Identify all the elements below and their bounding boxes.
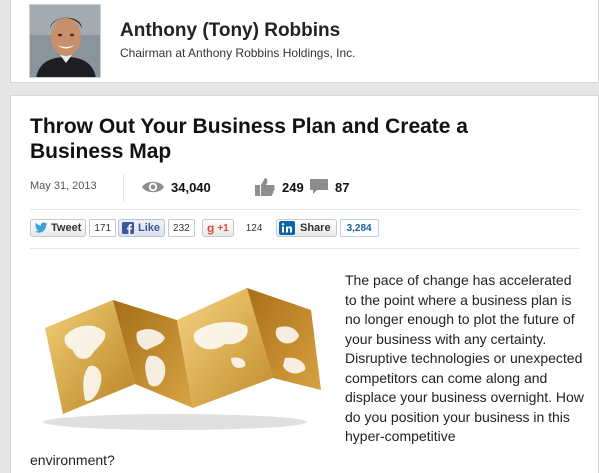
linkedin-share-label: Share bbox=[300, 222, 331, 234]
avatar[interactable] bbox=[29, 4, 101, 78]
linkedin-in-icon bbox=[279, 221, 295, 235]
eye-icon bbox=[142, 181, 164, 193]
divider bbox=[30, 209, 580, 210]
linkedin-share-widget: Share 3,284 bbox=[276, 219, 379, 237]
article-title: Throw Out Your Business Plan and Create … bbox=[30, 115, 468, 163]
article-body: The pace of change has accelerated to th… bbox=[345, 272, 584, 444]
world-map-illustration bbox=[43, 288, 321, 430]
comments-stat[interactable]: 87 bbox=[309, 176, 349, 198]
gplus-button[interactable]: g +1 bbox=[202, 219, 234, 237]
facebook-like-count: 232 bbox=[168, 219, 195, 237]
tweet-label: Tweet bbox=[51, 222, 82, 234]
tweet-count: 171 bbox=[89, 219, 117, 237]
linkedin-share-button[interactable]: Share bbox=[276, 219, 337, 237]
linkedin-share-count: 3,284 bbox=[339, 219, 379, 237]
article-card: Throw Out Your Business Plan and Create … bbox=[10, 95, 599, 473]
facebook-f-icon bbox=[122, 222, 134, 234]
tweet-widget: Tweet 171 bbox=[30, 219, 117, 237]
views-stat: 34,040 bbox=[141, 176, 211, 198]
facebook-like-button[interactable]: Like bbox=[118, 219, 166, 237]
views-count: 34,040 bbox=[171, 179, 211, 195]
gplus-widget: g +1 124 bbox=[202, 219, 266, 237]
author-card: Anthony (Tony) Robbins Chairman at Antho… bbox=[10, 0, 599, 83]
avatar-photo bbox=[30, 5, 100, 77]
gplus-label: +1 bbox=[217, 222, 229, 234]
author-name[interactable]: Anthony (Tony) Robbins bbox=[120, 20, 340, 42]
divider bbox=[123, 174, 124, 202]
thumbs-up-icon[interactable] bbox=[254, 177, 276, 197]
facebook-like-label: Like bbox=[138, 222, 161, 234]
twitter-bird-icon bbox=[34, 222, 48, 233]
comments-count: 87 bbox=[335, 179, 350, 195]
likes-stat[interactable]: 249 bbox=[254, 176, 304, 198]
speech-bubble-icon[interactable] bbox=[309, 178, 329, 196]
tweet-button[interactable]: Tweet bbox=[30, 219, 87, 237]
facebook-like-widget: Like 232 bbox=[118, 219, 195, 237]
likes-count: 249 bbox=[282, 179, 304, 195]
divider bbox=[30, 248, 580, 249]
article-body-continued: environment? bbox=[30, 452, 115, 468]
gplus-count: 124 bbox=[245, 222, 263, 234]
publish-date: May 31, 2013 bbox=[30, 180, 97, 192]
gplus-icon: g bbox=[207, 221, 215, 235]
author-title: Chairman at Anthony Robbins Holdings, In… bbox=[120, 46, 356, 60]
